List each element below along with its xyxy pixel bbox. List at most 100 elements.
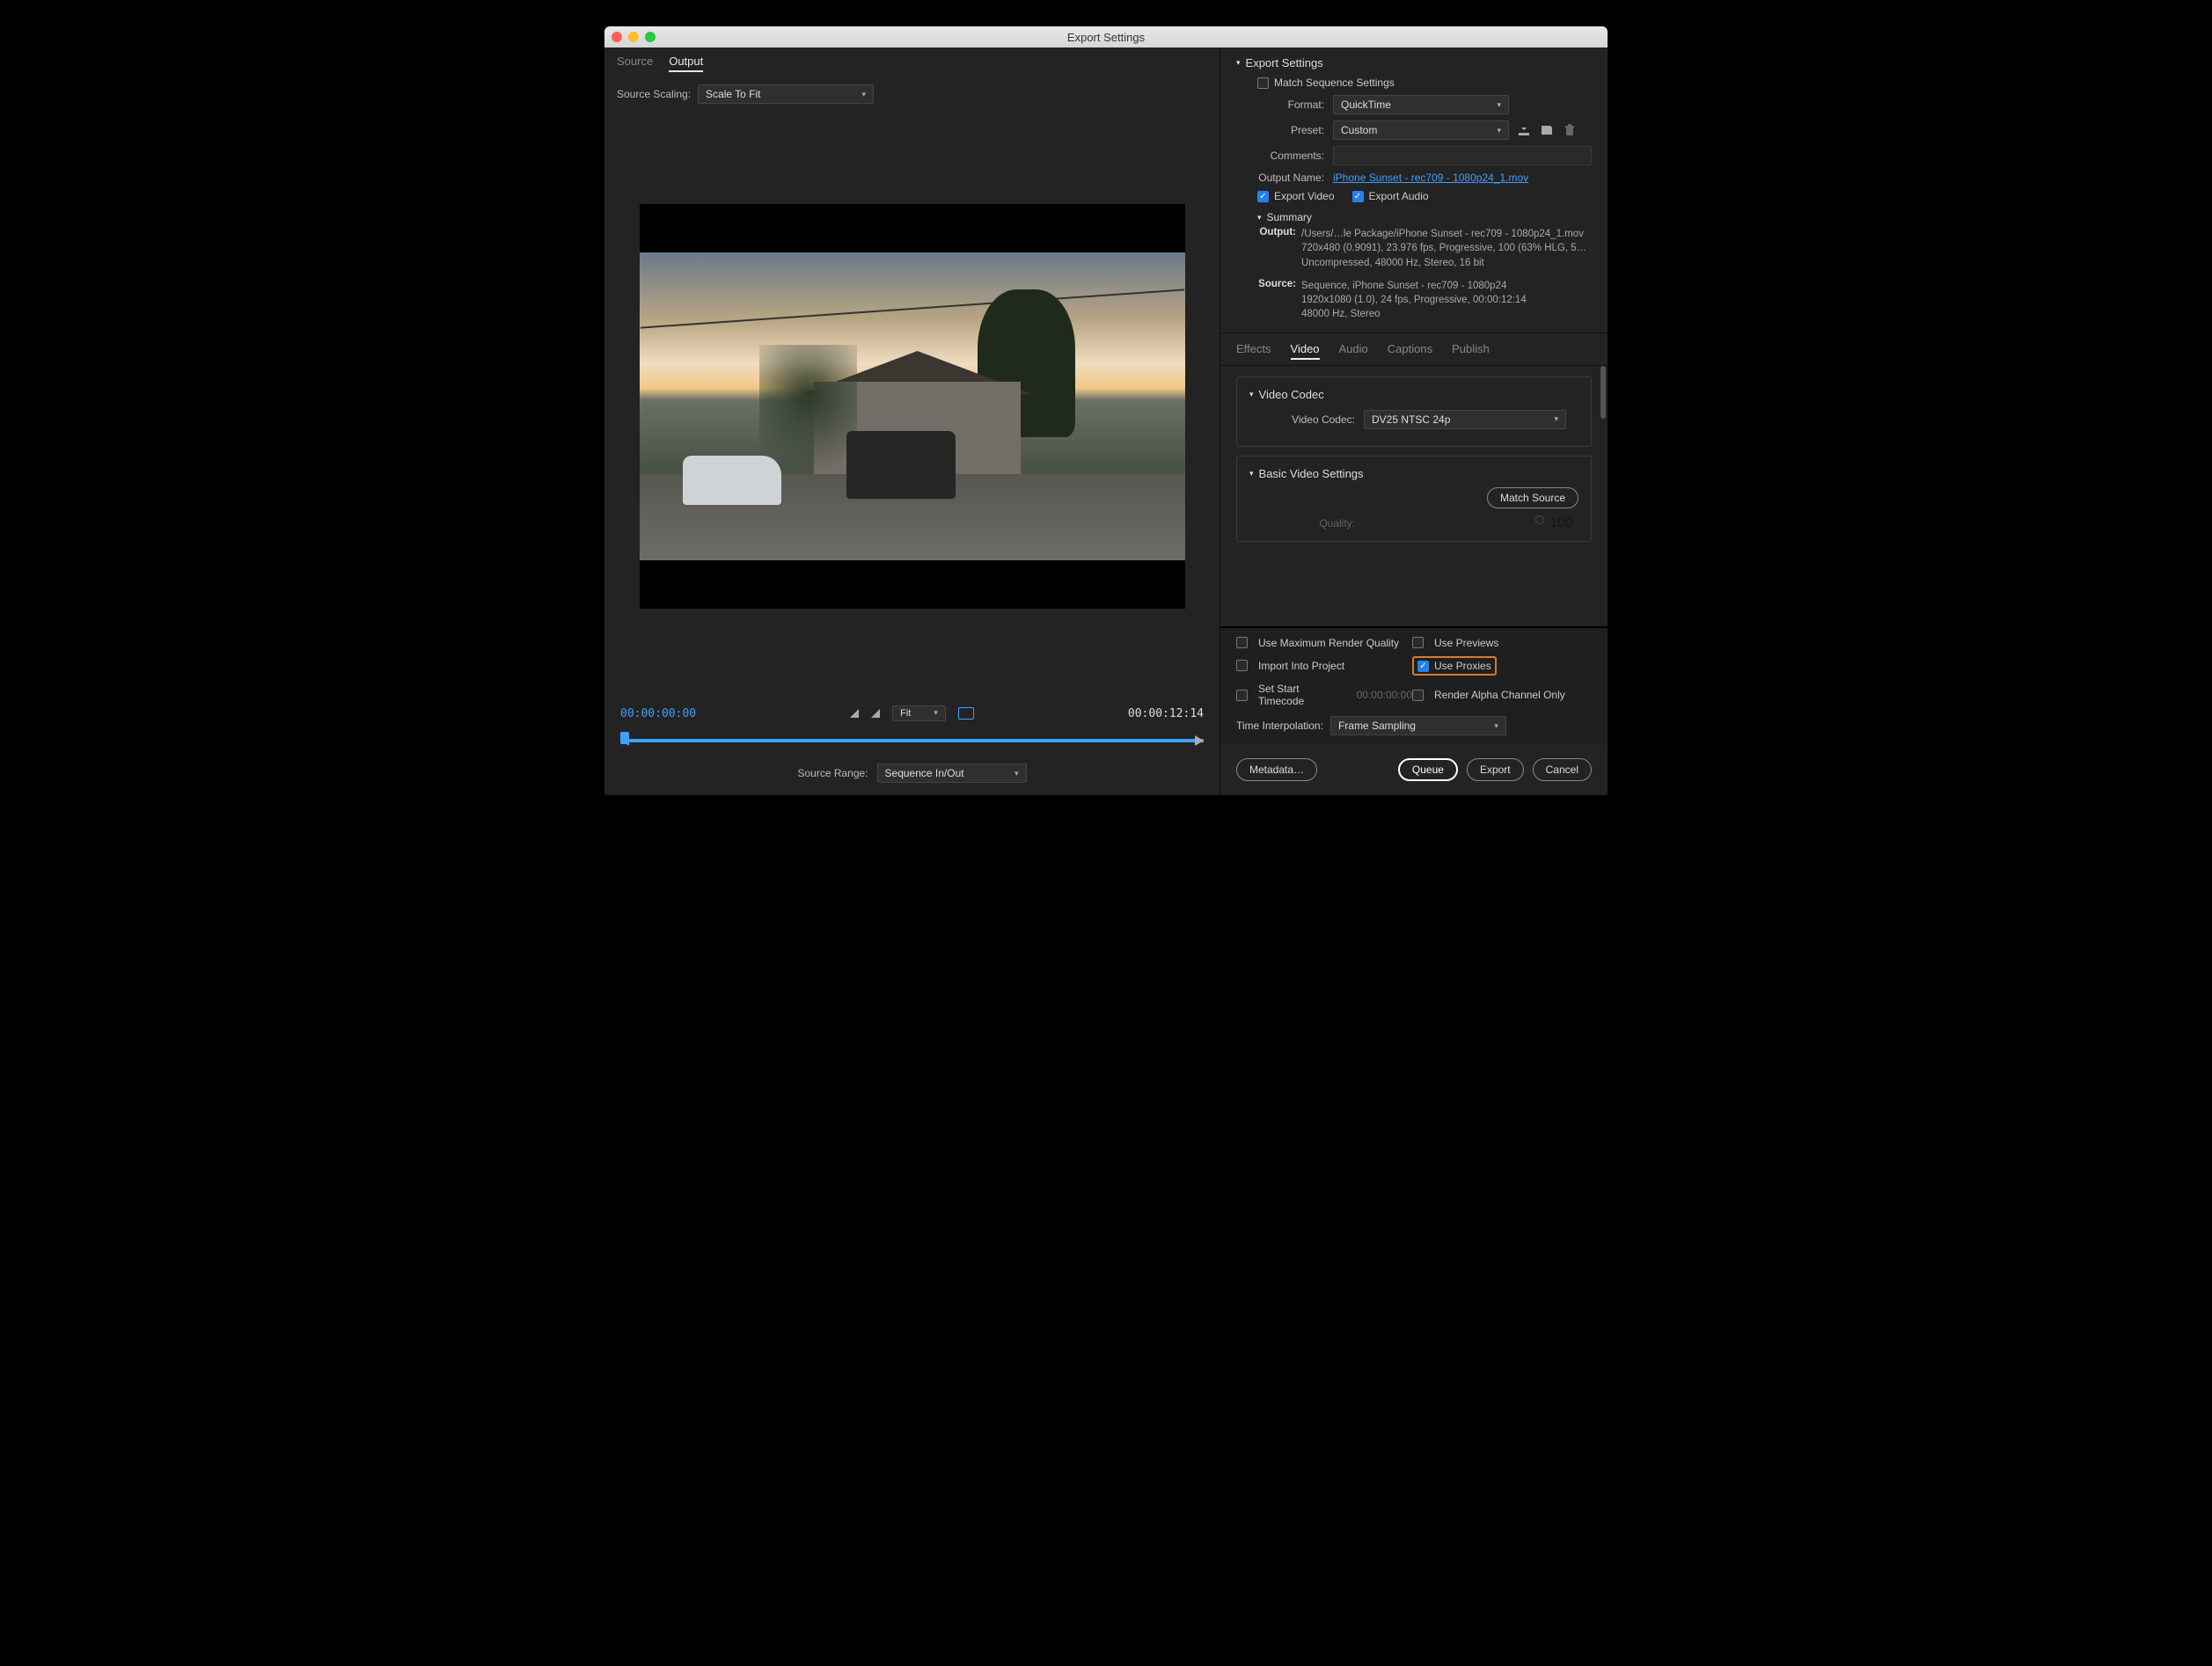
tab-publish[interactable]: Publish	[1452, 342, 1490, 360]
import-project-label: Import Into Project	[1258, 660, 1344, 672]
match-sequence-checkbox[interactable]	[1257, 77, 1269, 89]
source-scaling-label: Source Scaling:	[617, 88, 691, 100]
output-name-link[interactable]: iPhone Sunset - rec709 - 1080p24_1.mov	[1333, 172, 1528, 184]
quality-label: Quality:	[1249, 517, 1364, 530]
preview-panel: Source Output Source Scaling: Scale To F…	[604, 47, 1220, 795]
preview-tabs: Source Output	[604, 47, 1220, 76]
set-start-tc-checkbox[interactable]	[1236, 690, 1248, 701]
mark-in-icon[interactable]	[850, 709, 859, 718]
comments-input[interactable]	[1333, 146, 1592, 165]
summary-header[interactable]: ▾ Summary	[1257, 211, 1592, 223]
import-project-checkbox[interactable]	[1236, 660, 1248, 671]
render-alpha-checkbox[interactable]	[1412, 690, 1424, 701]
close-icon[interactable]	[612, 32, 622, 42]
range-end-handle[interactable]	[1195, 735, 1204, 746]
zoom-fit-dropdown[interactable]: Fit ▾	[892, 705, 946, 721]
settings-tabs: Effects Video Audio Captions Publish	[1220, 332, 1608, 365]
video-preview	[640, 204, 1185, 609]
chevron-down-icon: ▾	[1249, 390, 1254, 399]
settings-panel: ▾ Export Settings Match Sequence Setting…	[1220, 47, 1608, 795]
use-previews-checkbox[interactable]	[1412, 637, 1424, 648]
use-proxies-checkbox[interactable]	[1417, 661, 1429, 672]
format-value: QuickTime	[1341, 99, 1391, 111]
quality-value: 100	[1549, 515, 1573, 531]
summary-output-value: /Users/…le Package/iPhone Sunset - rec70…	[1301, 227, 1592, 269]
time-interp-label: Time Interpolation:	[1236, 720, 1323, 732]
export-audio-label: Export Audio	[1369, 190, 1429, 202]
tab-audio[interactable]: Audio	[1339, 342, 1368, 360]
preset-label: Preset:	[1236, 124, 1333, 136]
cancel-button[interactable]: Cancel	[1533, 758, 1592, 781]
comments-label: Comments:	[1236, 150, 1333, 162]
tab-output[interactable]: Output	[669, 55, 703, 72]
preview-frame	[640, 252, 1185, 560]
time-interp-dropdown[interactable]: Frame Sampling ▾	[1330, 716, 1506, 735]
use-previews-label: Use Previews	[1434, 637, 1498, 649]
export-settings-title: Export Settings	[1246, 56, 1323, 69]
video-codec-title: Video Codec	[1259, 388, 1324, 401]
export-audio-checkbox[interactable]	[1352, 191, 1364, 202]
video-codec-header[interactable]: ▾ Video Codec	[1249, 388, 1578, 401]
format-label: Format:	[1236, 99, 1333, 111]
summary-source-key: Source:	[1257, 279, 1301, 321]
chevron-down-icon: ▾	[1249, 469, 1254, 479]
save-preset-icon[interactable]	[1516, 123, 1532, 137]
timecode-out: 00:00:12:14	[1128, 707, 1204, 720]
action-buttons: Metadata… Queue Export Cancel	[1220, 744, 1608, 795]
export-button[interactable]: Export	[1467, 758, 1524, 781]
chevron-down-icon: ▾	[1236, 58, 1241, 68]
summary-title: Summary	[1267, 211, 1312, 223]
source-range-value: Sequence In/Out	[885, 767, 964, 779]
window-title: Export Settings	[1067, 31, 1145, 44]
source-scaling-value: Scale To Fit	[706, 88, 760, 100]
tab-captions[interactable]: Captions	[1388, 342, 1432, 360]
match-sequence-label: Match Sequence Settings	[1274, 77, 1395, 89]
time-interp-value: Frame Sampling	[1338, 720, 1416, 732]
chevron-down-icon: ▾	[1257, 213, 1262, 223]
import-preset-icon[interactable]	[1539, 123, 1555, 137]
max-quality-label: Use Maximum Render Quality	[1258, 637, 1399, 649]
mark-out-icon[interactable]	[871, 709, 880, 718]
tab-source[interactable]: Source	[617, 55, 653, 72]
render-alpha-label: Render Alpha Channel Only	[1434, 689, 1565, 701]
preset-value: Custom	[1341, 124, 1377, 136]
max-quality-checkbox[interactable]	[1236, 637, 1248, 648]
source-scaling-dropdown[interactable]: Scale To Fit ▾	[698, 84, 874, 104]
tab-effects[interactable]: Effects	[1236, 342, 1271, 360]
chevron-down-icon: ▾	[1554, 414, 1558, 424]
scrollbar-thumb[interactable]	[1600, 366, 1606, 419]
export-video-checkbox[interactable]	[1257, 191, 1269, 202]
set-start-tc-label: Set Start Timecode	[1258, 683, 1348, 707]
format-dropdown[interactable]: QuickTime ▾	[1333, 95, 1509, 114]
tab-video[interactable]: Video	[1291, 342, 1320, 360]
maximize-icon[interactable]	[645, 32, 656, 42]
chevron-down-icon: ▾	[862, 90, 867, 99]
safe-margins-icon[interactable]	[958, 707, 974, 720]
use-proxies-highlight: Use Proxies	[1412, 656, 1497, 676]
basic-video-header[interactable]: ▾ Basic Video Settings	[1249, 467, 1578, 480]
metadata-button[interactable]: Metadata…	[1236, 758, 1317, 781]
chevron-down-icon: ▾	[1497, 100, 1501, 110]
titlebar: Export Settings	[604, 26, 1608, 47]
summary-source-value: Sequence, iPhone Sunset - rec709 - 1080p…	[1301, 279, 1592, 321]
timeline[interactable]	[620, 730, 1204, 749]
export-settings-header[interactable]: ▾ Export Settings	[1236, 56, 1592, 69]
quality-slider-handle[interactable]	[1535, 515, 1544, 524]
timecode-in[interactable]: 00:00:00:00	[620, 707, 696, 720]
summary-output-key: Output:	[1257, 227, 1301, 269]
queue-button[interactable]: Queue	[1398, 758, 1458, 781]
match-source-button[interactable]: Match Source	[1487, 487, 1578, 508]
range-start-handle[interactable]	[620, 735, 629, 746]
export-settings-window: Export Settings Source Output Source Sca…	[604, 26, 1608, 795]
source-range-dropdown[interactable]: Sequence In/Out ▾	[877, 764, 1027, 783]
source-range-label: Source Range:	[797, 767, 868, 779]
video-codec-dropdown[interactable]: DV25 NTSC 24p ▾	[1364, 410, 1566, 429]
basic-video-title: Basic Video Settings	[1259, 467, 1364, 480]
preset-dropdown[interactable]: Custom ▾	[1333, 121, 1509, 140]
minimize-icon[interactable]	[628, 32, 639, 42]
start-tc-value: 00:00:00:00	[1357, 689, 1412, 701]
video-codec-label: Video Codec:	[1249, 413, 1364, 426]
window-controls	[612, 32, 656, 42]
chevron-down-icon: ▾	[934, 708, 938, 719]
delete-preset-icon[interactable]	[1562, 123, 1578, 137]
